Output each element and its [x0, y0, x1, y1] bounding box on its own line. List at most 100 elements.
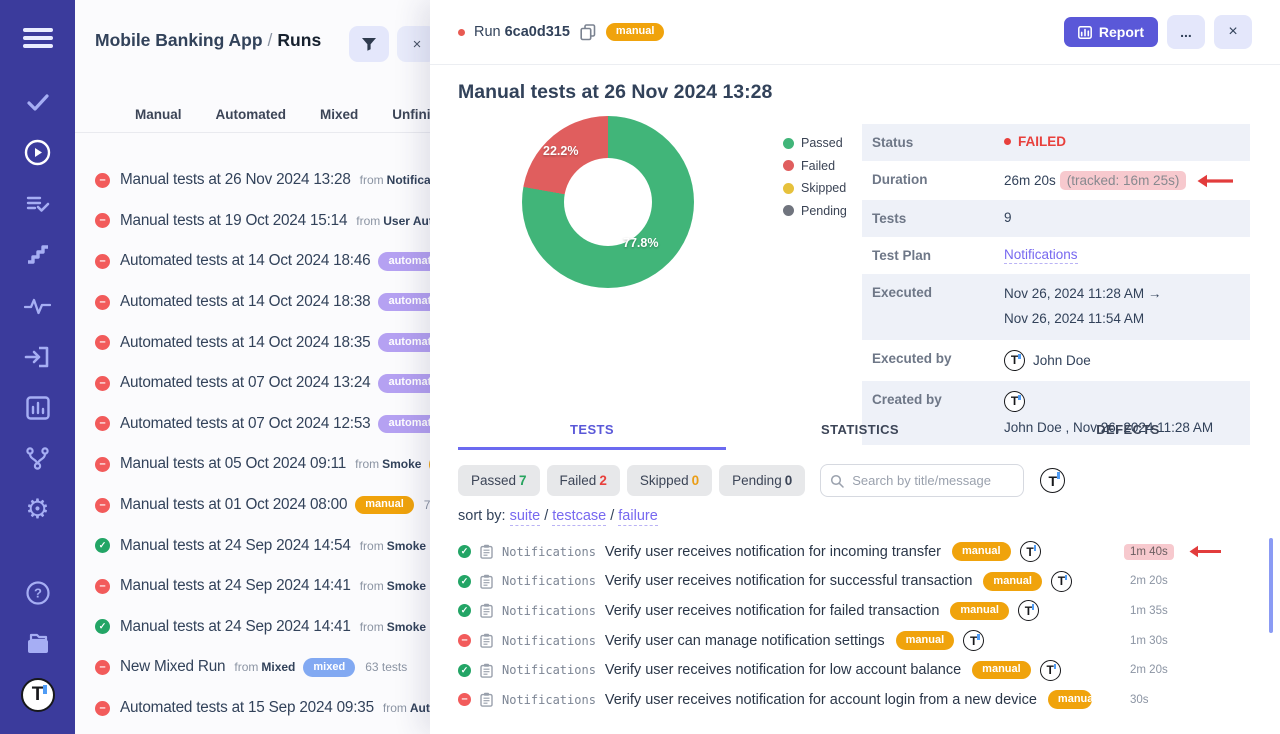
run-list-item[interactable]: Automated tests at 15 Sep 2024 09:35from… [75, 688, 430, 729]
run-title: Manual tests at 01 Oct 2024 08:00 [120, 496, 347, 514]
tab-automated[interactable]: Automated [216, 107, 287, 122]
test-title[interactable]: Verify user receives notification for in… [605, 544, 941, 560]
test-plan-link[interactable]: Notifications [1004, 247, 1078, 264]
run-list-item[interactable]: New Mixed RunfromMixedmixed63 tests [75, 647, 430, 688]
run-list-item[interactable]: Automated tests at 07 Oct 2024 12:53auto… [75, 404, 430, 445]
tab-mixed[interactable]: Mixed [320, 107, 358, 122]
tab-unfinished[interactable]: Unfinished [392, 107, 430, 122]
skipped-count: 0 [692, 473, 700, 488]
sidebar-item-runs[interactable] [0, 127, 75, 178]
sidebar-item-milestones[interactable] [0, 229, 75, 280]
filter-skipped-button[interactable]: Skipped0 [627, 465, 712, 496]
search-box [820, 464, 1024, 497]
sidebar-item-plans[interactable] [0, 178, 75, 229]
merge-branch-icon [24, 445, 51, 472]
sidebar-item-analytics[interactable] [0, 382, 75, 433]
sidebar-item-account[interactable]: T [0, 669, 75, 720]
assignee-filter-avatar[interactable]: T [1040, 468, 1065, 493]
project-name[interactable]: Mobile Banking App [95, 30, 263, 50]
passed-status-icon [458, 575, 471, 588]
test-row[interactable]: Notifications Verify user receives notif… [458, 685, 1262, 715]
suite-name[interactable]: Notifications [502, 545, 596, 559]
passed-status-icon [95, 538, 110, 553]
sort-by-testcase[interactable]: testcase [552, 508, 606, 526]
sidebar-item-settings[interactable]: ⚙ [0, 484, 75, 535]
passed-status-icon [458, 604, 471, 617]
run-list-item[interactable]: Manual tests at 01 Oct 2024 08:00manual7… [75, 485, 430, 526]
run-list-item[interactable]: Automated tests at 07 Oct 2024 13:24auto… [75, 363, 430, 404]
run-list-item[interactable]: Manual tests at 26 Nov 2024 13:28fromNot… [75, 160, 430, 201]
more-button[interactable]: ... [1167, 15, 1205, 49]
run-list-item[interactable]: Manual tests at 24 Sep 2024 14:41fromSmo… [75, 607, 430, 648]
test-list: Notifications Verify user receives notif… [458, 537, 1262, 715]
run-list-item[interactable]: Manual tests at 24 Sep 2024 14:41fromSmo… [75, 566, 430, 607]
info-row-plan: Test Plan Notifications [862, 237, 1250, 274]
run-info-table: Status FAILED Duration 26m 20s (tracked:… [862, 124, 1250, 445]
run-title: Automated tests at 14 Oct 2024 18:38 [120, 293, 370, 311]
executed-range: Nov 26, 2024 11:28 AM →Nov 26, 2024 11:5… [1004, 284, 1240, 330]
sidebar-item-projects[interactable] [0, 618, 75, 669]
tab-manual[interactable]: Manual [135, 107, 182, 122]
test-row[interactable]: Notifications Verify user receives notif… [458, 537, 1262, 567]
sidebar-item-import[interactable] [0, 331, 75, 382]
passed-count: 7 [519, 473, 527, 488]
avatar: T [1004, 350, 1025, 371]
failed-slice-label: 22.2% [543, 144, 578, 158]
failed-status-icon [95, 254, 110, 269]
failed-status-icon [95, 579, 110, 594]
detail-close-button[interactable]: × [1214, 15, 1252, 49]
help-icon: ? [25, 580, 51, 606]
run-source: fromMixed [234, 660, 295, 674]
test-row[interactable]: Notifications Verify user receives notif… [458, 567, 1262, 597]
suite-name[interactable]: Notifications [502, 693, 596, 707]
suite-name[interactable]: Notifications [502, 634, 596, 648]
filter-button[interactable] [349, 26, 389, 62]
run-title: Automated tests at 14 Oct 2024 18:35 [120, 334, 370, 352]
test-title[interactable]: Verify user can manage notification sett… [605, 633, 885, 649]
test-row[interactable]: Notifications Verify user can manage not… [458, 626, 1262, 656]
run-type-badge: automated [378, 333, 430, 352]
failed-status-icon [95, 457, 110, 472]
failed-status-icon [95, 335, 110, 350]
sidebar-item-branches[interactable] [0, 433, 75, 484]
menu-button[interactable] [0, 0, 75, 76]
test-row[interactable]: Notifications Verify user receives notif… [458, 655, 1262, 685]
scrollbar-thumb[interactable] [1269, 538, 1273, 633]
tab-defects[interactable]: DEFECTS [994, 422, 1262, 450]
run-list-item[interactable]: Automated tests at 14 Oct 2024 18:38auto… [75, 282, 430, 323]
legend-skipped: Skipped [783, 181, 847, 195]
filter-failed-button[interactable]: Failed2 [547, 465, 620, 496]
filter-pending-button[interactable]: Pending0 [719, 465, 805, 496]
test-title[interactable]: Verify user receives notification for ac… [605, 692, 1037, 708]
test-row[interactable]: Notifications Verify user receives notif… [458, 596, 1262, 626]
run-list-item[interactable]: Manual tests at 19 Oct 2024 15:14fromUse… [75, 201, 430, 242]
test-title[interactable]: Verify user receives notification for fa… [605, 603, 939, 619]
suite-name[interactable]: Notifications [502, 574, 596, 588]
run-list-item[interactable]: Automated tests at 14 Oct 2024 18:46auto… [75, 241, 430, 282]
search-input[interactable] [820, 464, 1024, 497]
run-list-item[interactable]: Manual tests at 24 Sep 2024 14:54fromSmo… [75, 525, 430, 566]
tab-tests[interactable]: TESTS [458, 422, 726, 450]
test-title[interactable]: Verify user receives notification for su… [605, 573, 973, 589]
sort-by-suite[interactable]: suite [510, 508, 541, 526]
test-title[interactable]: Verify user receives notification for lo… [605, 662, 961, 678]
sort-by-failure[interactable]: failure [618, 508, 658, 526]
sidebar-item-ready[interactable] [0, 76, 75, 127]
suite-name[interactable]: Notifications [502, 663, 596, 677]
report-button[interactable]: Report [1064, 17, 1158, 47]
avatar: T [1051, 571, 1072, 592]
search-icon [830, 474, 844, 488]
tab-statistics[interactable]: STATISTICS [726, 422, 994, 450]
suite-name[interactable]: Notifications [502, 604, 596, 618]
sidebar-item-activity[interactable] [0, 280, 75, 331]
passed-dot-icon [783, 138, 794, 149]
test-duration: 1m 35s [1130, 605, 1168, 617]
run-list-item[interactable]: Automated tests at 14 Oct 2024 18:35 auto… [75, 322, 430, 363]
info-row-executed-by: Executed by TJohn Doe [862, 340, 1250, 381]
clipboard-icon [480, 663, 493, 678]
list-close-button[interactable]: × [397, 26, 430, 62]
filter-passed-button[interactable]: Passed7 [458, 465, 540, 496]
sidebar-item-help[interactable]: ? [0, 567, 75, 618]
run-list-item[interactable]: Manual tests at 05 Oct 2024 09:11fromSmo… [75, 444, 430, 485]
copy-run-id-button[interactable] [580, 24, 596, 44]
